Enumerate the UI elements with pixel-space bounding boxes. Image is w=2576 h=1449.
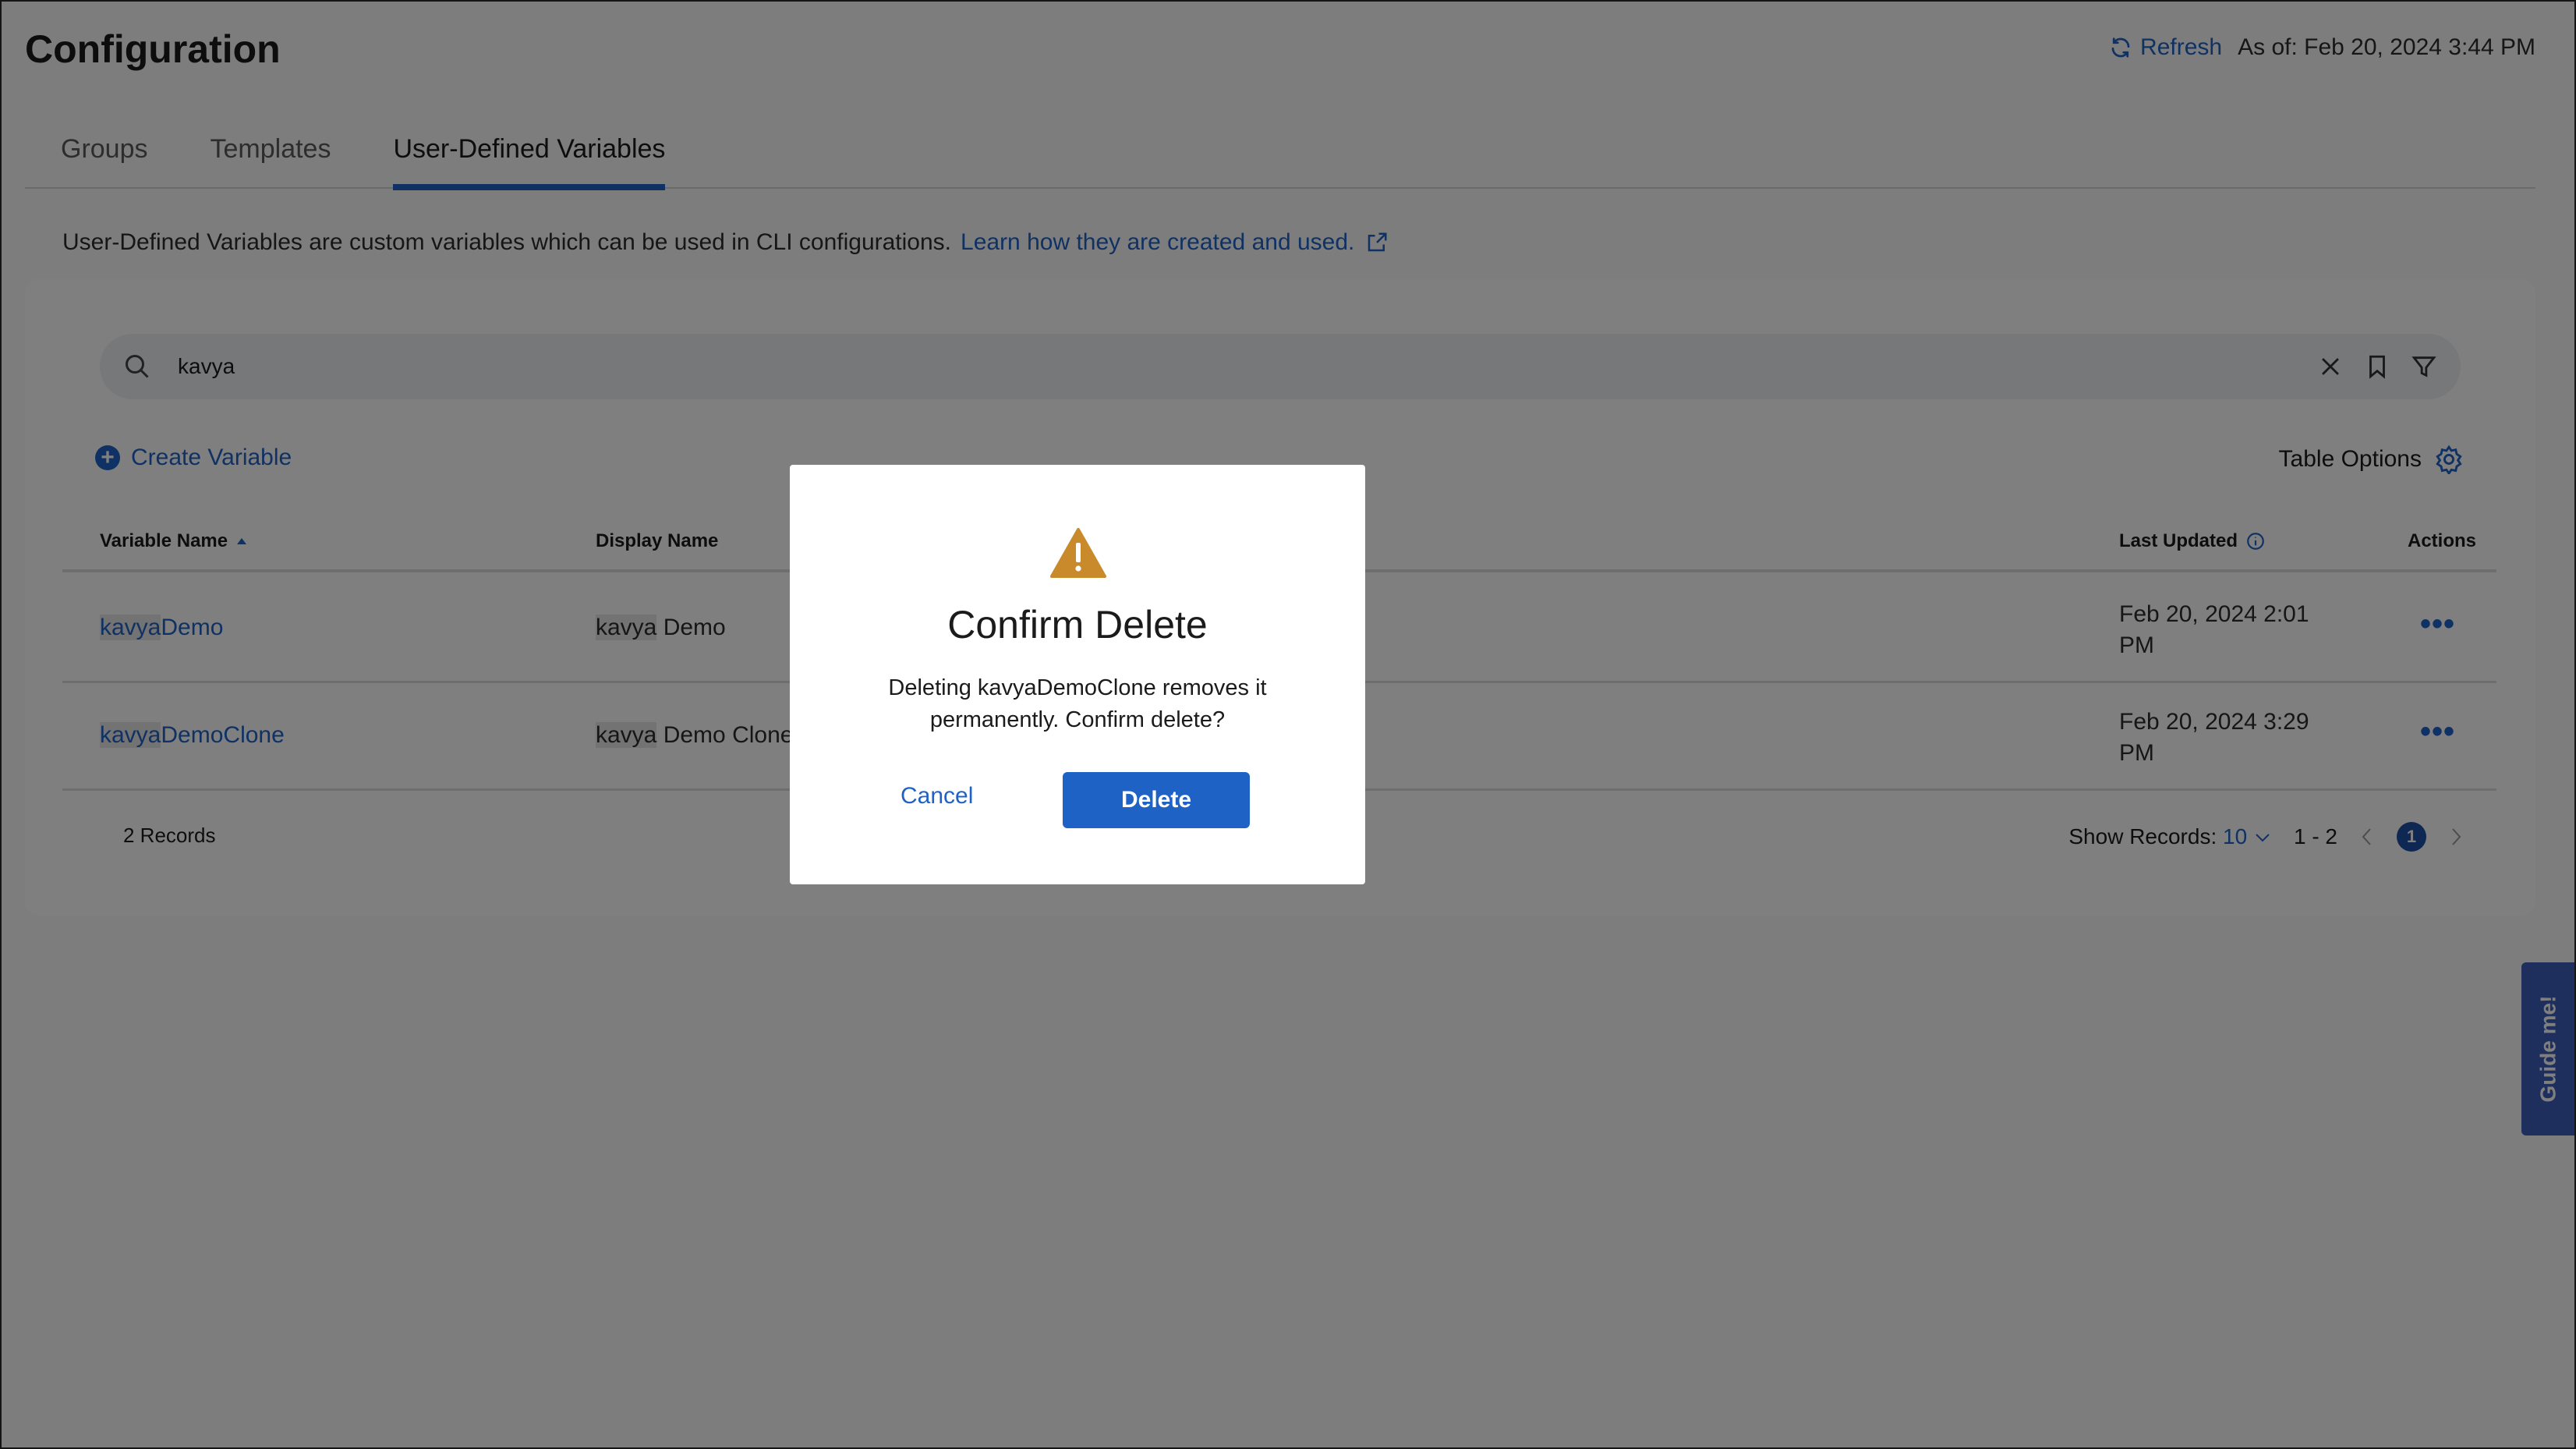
confirm-delete-dialog: Confirm Delete Deleting kavyaDemoClone r… — [790, 465, 1365, 884]
delete-button[interactable]: Delete — [1063, 772, 1250, 828]
warning-icon — [1050, 528, 1106, 578]
dialog-message: Deleting kavyaDemoClone removes it perma… — [888, 675, 1267, 732]
cancel-button[interactable]: Cancel — [901, 783, 973, 810]
dialog-title: Confirm Delete — [947, 603, 1208, 647]
